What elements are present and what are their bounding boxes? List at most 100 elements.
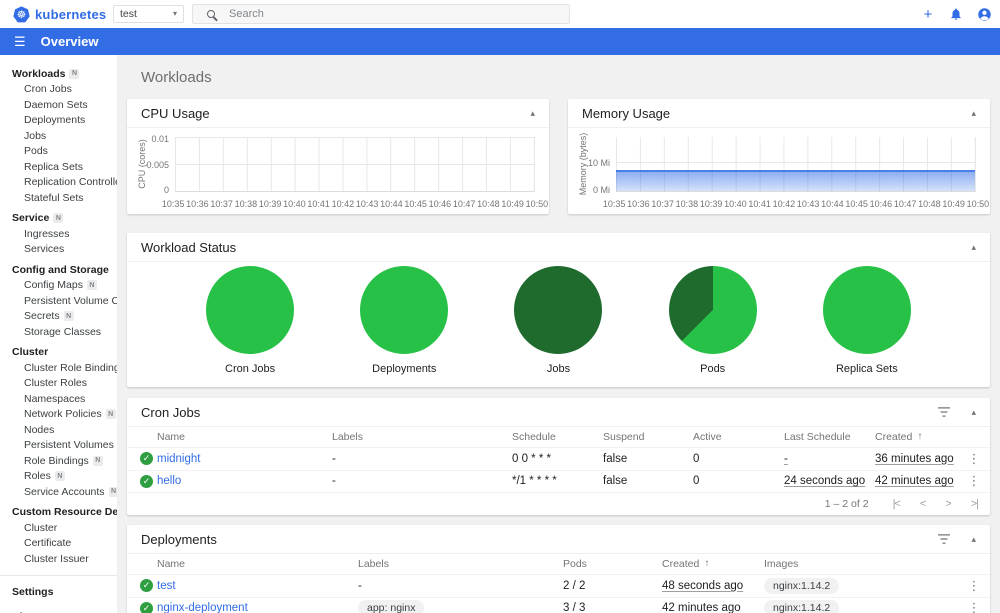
sidebar-item[interactable]: Namespaces [0, 391, 117, 407]
schedule-cell: */1 * * * * [512, 475, 557, 488]
sidebar-item[interactable]: Storage Classes [0, 324, 117, 340]
x-axis-tick: 10:49 [942, 199, 965, 209]
sidebar-item[interactable]: Service N [0, 211, 117, 227]
sidebar-item[interactable]: Config and Storage [0, 262, 117, 278]
column-header-created[interactable]: Created [875, 431, 958, 443]
column-header[interactable]: Active [693, 431, 784, 443]
pagination-range: 1 – 2 of 2 [824, 498, 869, 510]
sidebar-item[interactable]: About [0, 607, 117, 613]
row-menu-icon[interactable] [958, 473, 990, 489]
previous-page-icon[interactable] [920, 498, 925, 510]
deployment-name-link[interactable]: test [157, 580, 358, 592]
deployments-table-header: Name Labels Pods Created Images [127, 554, 990, 575]
x-axis-tick: 10:42 [772, 199, 796, 209]
sidebar-item[interactable]: Cluster Role Bindings [0, 360, 117, 376]
x-axis-tick: 10:46 [869, 199, 893, 209]
column-header[interactable]: Labels [358, 558, 563, 570]
deployments-title: Deployments [141, 531, 217, 547]
sidebar-item[interactable]: Persistent Volume Claims N [0, 293, 117, 309]
row-menu-icon[interactable] [958, 600, 990, 613]
cron-jobs-table-header: Name Labels Schedule Suspend Active Last… [127, 427, 990, 448]
collapse-icon[interactable] [971, 243, 976, 252]
sidebar-item[interactable]: Daemon Sets [0, 97, 117, 113]
column-header-created[interactable]: Created [662, 558, 764, 570]
workload-status-card: Workload Status Cron Jobs Deployments Jo… [127, 233, 990, 387]
sidebar-item[interactable]: Roles N [0, 469, 117, 485]
namespace-selector[interactable]: test [113, 5, 184, 23]
create-resource-button[interactable] [918, 4, 938, 24]
brand-name: kubernetes [35, 6, 107, 22]
sidebar-item-label: Cron Jobs [24, 83, 72, 96]
sidebar-item[interactable]: Replication Controllers [0, 175, 117, 191]
sidebar-item[interactable]: Network Policies N [0, 407, 117, 423]
row-menu-icon[interactable] [958, 578, 990, 594]
sidebar-item[interactable]: Cron Jobs [0, 82, 117, 98]
collapse-icon[interactable] [971, 408, 976, 417]
column-header[interactable]: Schedule [512, 431, 603, 443]
sidebar-item[interactable]: Ingresses [0, 226, 117, 242]
search-input[interactable] [227, 7, 569, 21]
namespaced-badge: N [54, 471, 65, 482]
column-header[interactable]: Suspend [603, 431, 693, 443]
sidebar-item-label: Jobs [24, 129, 47, 142]
column-header[interactable]: Labels [332, 431, 512, 443]
svg-text:☸: ☸ [17, 9, 26, 21]
sidebar-item[interactable]: Replica Sets [0, 159, 117, 175]
sidebar-item[interactable]: Deployments [0, 113, 117, 129]
filter-button[interactable] [937, 406, 951, 418]
sidebar-item[interactable]: Config Maps N [0, 278, 117, 294]
next-page-icon[interactable] [945, 498, 950, 510]
sidebar-item[interactable]: Cluster [0, 520, 117, 536]
pie-deployments: Deployments [360, 265, 449, 375]
sidebar-item[interactable]: Cluster Issuer [0, 551, 117, 567]
first-page-icon[interactable] [893, 498, 900, 510]
sidebar-item[interactable]: Nodes [0, 422, 117, 438]
account-button[interactable] [974, 4, 994, 24]
created-cell: 36 minutes ago [875, 452, 954, 465]
collapse-icon[interactable] [971, 109, 976, 118]
cron-job-name-link[interactable]: midnight [157, 453, 332, 465]
last-page-icon[interactable] [971, 498, 978, 510]
cpu-card-header: CPU Usage [127, 99, 549, 128]
column-header[interactable]: Name [157, 558, 358, 570]
column-header[interactable]: Name [157, 431, 332, 443]
deployment-name-link[interactable]: nginx-deployment [157, 602, 358, 613]
sidebar-nav: Workloads N Cron Jobs Daemon Sets Deploy… [0, 66, 117, 567]
sidebar-item[interactable]: Service Accounts N [0, 484, 117, 500]
x-axis-tick: 10:39 [258, 199, 282, 209]
memory-card-title: Memory Usage [582, 105, 671, 121]
sidebar-item[interactable]: Pods [0, 144, 117, 160]
sidebar-item[interactable]: Custom Resource Definitions [0, 505, 117, 521]
x-axis-tick: 10:41 [307, 199, 330, 209]
filter-button[interactable] [937, 533, 951, 545]
column-header[interactable]: Last Schedule [784, 431, 875, 443]
pie-label: Jobs [546, 362, 571, 375]
sidebar-item[interactable]: Certificate [0, 536, 117, 552]
notifications-button[interactable] [946, 4, 966, 24]
x-axis-tick: 10:39 [699, 199, 723, 209]
sidebar-item[interactable]: Jobs [0, 128, 117, 144]
x-axis-tick: 10:45 [845, 199, 868, 209]
sidebar-item[interactable]: Workloads N [0, 66, 117, 82]
sidebar-item[interactable]: Cluster [0, 345, 117, 361]
row-menu-icon[interactable] [958, 451, 990, 467]
menu-icon[interactable] [14, 35, 26, 48]
x-axis-tick: 10:46 [428, 199, 452, 209]
sidebar-item[interactable]: Secrets N [0, 309, 117, 325]
sidebar-divider [0, 574, 117, 576]
cron-job-name-link[interactable]: hello [157, 475, 332, 487]
sidebar-item[interactable]: Cluster Roles [0, 376, 117, 392]
toolbar-title: Overview [40, 34, 99, 49]
sidebar-item[interactable]: Role Bindings N [0, 453, 117, 469]
collapse-icon[interactable] [530, 109, 535, 118]
sidebar-item[interactable]: Services [0, 242, 117, 258]
label-chip: app: nginx [358, 600, 425, 613]
sidebar-item[interactable]: Settings [0, 582, 117, 602]
column-header[interactable]: Pods [563, 558, 662, 570]
kubernetes-logo[interactable]: ☸ kubernetes [13, 0, 106, 28]
column-header[interactable]: Images [764, 558, 958, 570]
table-row: test - 2 / 2 48 seconds ago nginx:1.14.2 [127, 575, 990, 598]
sidebar-item[interactable]: Stateful Sets [0, 190, 117, 206]
collapse-icon[interactable] [971, 535, 976, 544]
sidebar-item[interactable]: Persistent Volumes [0, 438, 117, 454]
